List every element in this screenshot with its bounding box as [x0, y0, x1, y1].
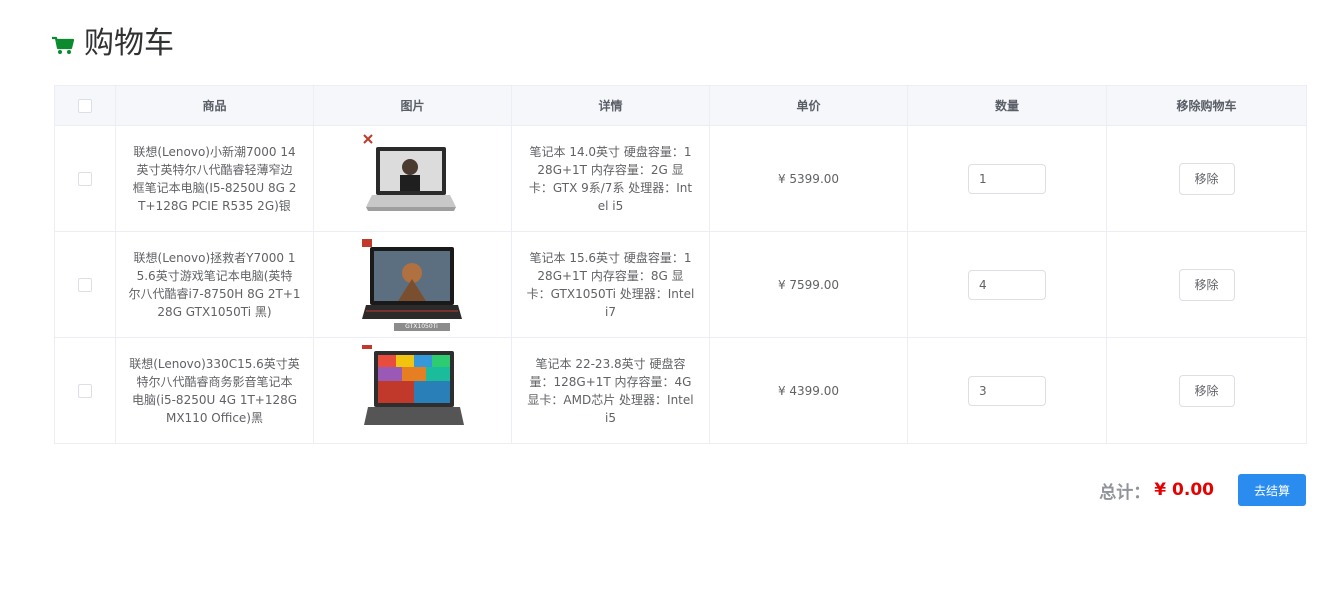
header-product: 商品 — [115, 85, 314, 126]
remove-button[interactable]: 移除 — [1178, 162, 1235, 195]
header-image: 图片 — [313, 85, 512, 126]
image-gpu-tag: GTX1050Ti — [405, 322, 438, 330]
select-all-cell — [54, 85, 116, 126]
product-image — [358, 129, 468, 229]
cart-table: 商品 图片 详情 单价 数量 移除购物车 联想(Lenovo)小新潮7000 1… — [54, 85, 1307, 444]
page-title: 购物车 — [84, 26, 174, 61]
row-checkbox[interactable] — [78, 277, 92, 292]
header-quantity: 数量 — [907, 85, 1107, 126]
remove-cell: 移除 — [1106, 231, 1307, 338]
product-name: 联想(Lenovo)330C15.6英寸英 特尔八代酷睿商务影音笔记本 电脑(i… — [115, 337, 314, 444]
quantity-cell — [907, 125, 1107, 232]
product-details: 笔记本 22-23.8英寸 硬盘容 量：128G+1T 内存容量：4G 显卡：A… — [511, 337, 710, 444]
product-name: 联想(Lenovo)拯救者Y7000 1 5.6英寸游戏笔记本电脑(英特 尔八代… — [115, 231, 314, 338]
remove-cell: 移除 — [1106, 125, 1307, 232]
quantity-input[interactable] — [968, 163, 1046, 194]
shopping-cart-icon — [50, 31, 76, 57]
row-checkbox[interactable] — [78, 383, 92, 398]
unit-price: ¥ 5399.00 — [709, 125, 908, 232]
table-row: 联想(Lenovo)小新潮7000 14 英寸英特尔八代酷睿轻薄窄边 框笔记本电… — [54, 125, 1307, 232]
quantity-cell — [907, 337, 1107, 444]
quantity-input[interactable] — [968, 269, 1046, 300]
product-details: 笔记本 15.6英寸 硬盘容量：1 28G+1T 内存容量：8G 显 卡：GTX… — [511, 231, 710, 338]
product-image-cell: GTX1050Ti — [313, 231, 512, 338]
row-checkbox[interactable] — [78, 171, 92, 186]
table-row: 联想(Lenovo)330C15.6英寸英 特尔八代酷睿商务影音笔记本 电脑(i… — [54, 337, 1307, 444]
header-remove: 移除购物车 — [1106, 85, 1307, 126]
remove-button[interactable]: 移除 — [1178, 268, 1235, 301]
unit-price: ¥ 4399.00 — [709, 337, 908, 444]
product-image — [358, 341, 468, 441]
quantity-cell — [907, 231, 1107, 338]
page-header: 购物车 — [50, 22, 174, 66]
quantity-input[interactable] — [968, 375, 1046, 406]
table-header-row: 商品 图片 详情 单价 数量 移除购物车 — [54, 85, 1307, 126]
product-image-cell — [313, 337, 512, 444]
checkout-button[interactable]: 去结算 — [1238, 474, 1306, 506]
total-value: ¥ 0.00 — [1154, 480, 1214, 500]
product-name: 联想(Lenovo)小新潮7000 14 英寸英特尔八代酷睿轻薄窄边 框笔记本电… — [115, 125, 314, 232]
remove-button[interactable]: 移除 — [1178, 374, 1235, 407]
remove-cell: 移除 — [1106, 337, 1307, 444]
product-image: GTX1050Ti — [358, 235, 468, 335]
select-all-checkbox[interactable] — [78, 98, 92, 113]
cart-footer: 总计： ¥ 0.00 去结算 — [1099, 474, 1306, 506]
header-unit-price: 单价 — [709, 85, 908, 126]
product-details: 笔记本 14.0英寸 硬盘容量：1 28G+1T 内存容量：2G 显 卡：GTX… — [511, 125, 710, 232]
unit-price: ¥ 7599.00 — [709, 231, 908, 338]
total-label: 总计： — [1099, 482, 1151, 503]
header-details: 详情 — [511, 85, 710, 126]
product-image-cell — [313, 125, 512, 232]
table-row: 联想(Lenovo)拯救者Y7000 1 5.6英寸游戏笔记本电脑(英特 尔八代… — [54, 231, 1307, 338]
